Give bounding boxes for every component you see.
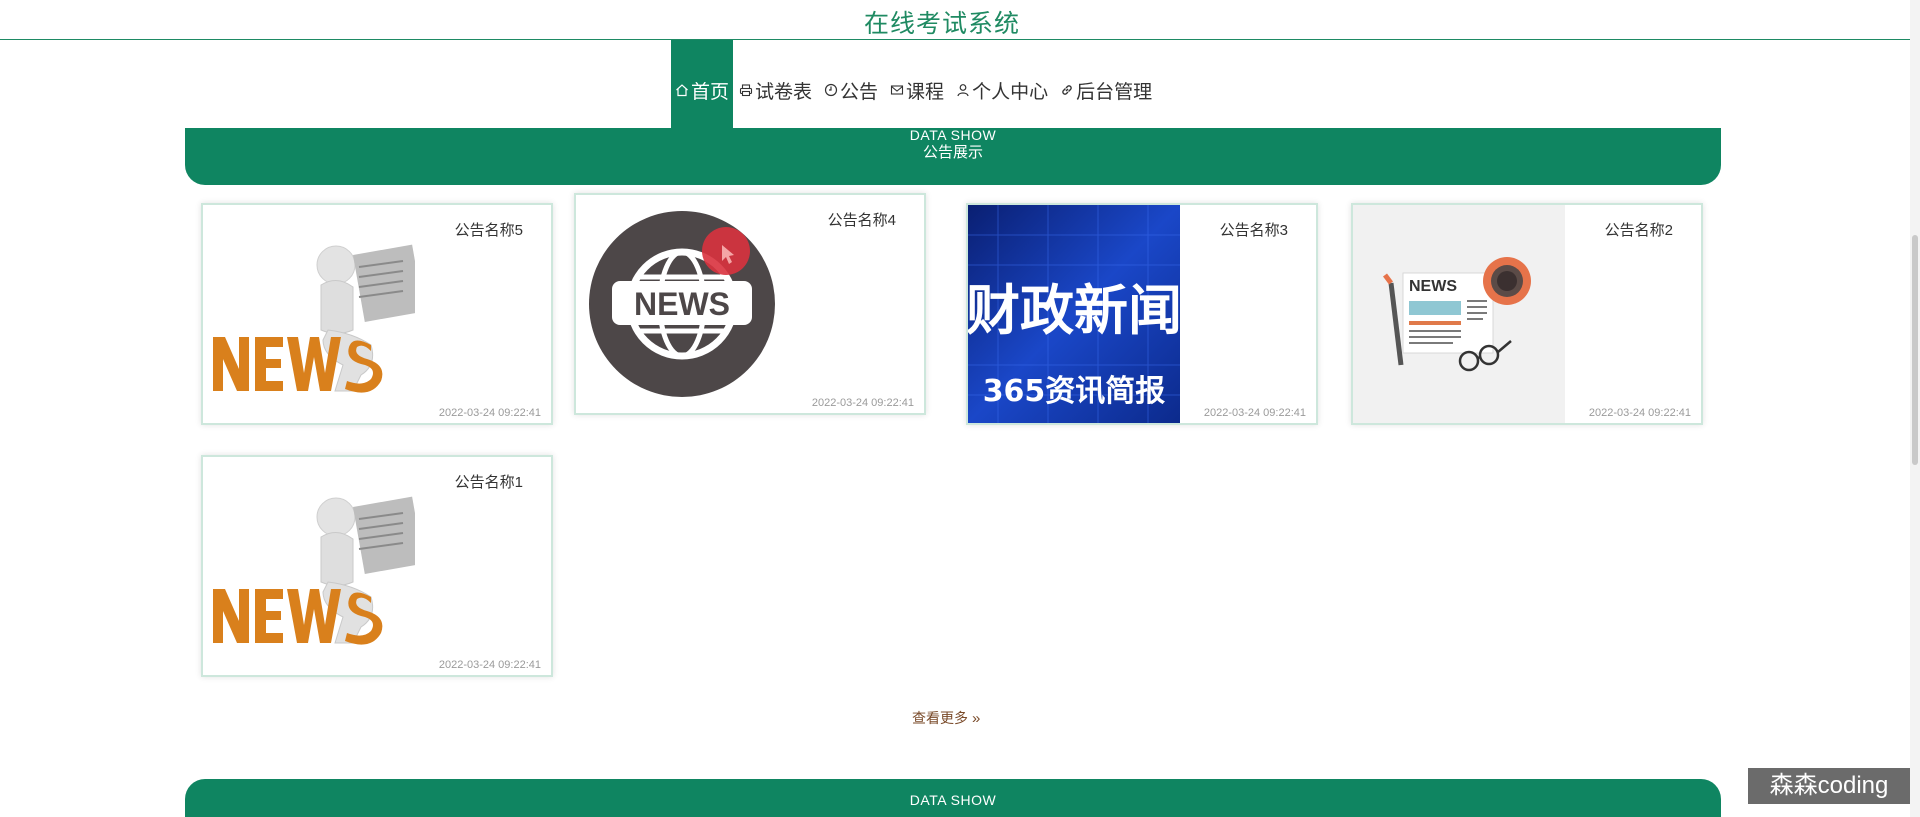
nav-item-admin[interactable]: 后台管理 [1054,40,1158,140]
news-globe-badge-image: NEWS [576,195,788,413]
notice-card[interactable]: 财政新闻 365资讯简报 公告名称3 2022-03-24 09:22:41 [966,203,1318,425]
notice-title: 公告名称4 [827,212,896,229]
notice-title: 公告名称1 [454,474,523,491]
user-icon [956,83,970,97]
notice-time: 2022-03-24 09:22:41 [1588,407,1691,419]
view-more-link[interactable]: 查看更多» [912,708,980,728]
bottom-section-header: DATA SHOW [185,779,1721,817]
page-scrollbar[interactable] [1910,0,1920,817]
news-3d-figure-image [203,205,415,423]
notice-time: 2022-03-24 09:22:41 [438,407,541,419]
section-subtitle: DATA SHOW [909,127,997,143]
notice-card[interactable]: 公告名称1 2022-03-24 09:22:41 [201,455,553,677]
notice-title: 公告名称2 [1604,222,1673,239]
notice-card[interactable]: NEWS 公告名称4 2022-03-24 09:22:41 [574,193,926,415]
notice-card[interactable]: 公告名称5 2022-03-24 09:22:41 [201,203,553,425]
notice-section-header: DATA SHOW 公告展示 [185,128,1721,185]
nav-item-label: 试卷表 [755,81,813,103]
mail-icon [890,83,904,97]
link-icon [1060,83,1074,97]
nav-item-courses[interactable]: 课程 [884,40,950,140]
notice-title: 公告名称5 [454,222,523,239]
scrollbar-thumb[interactable] [1912,235,1918,465]
notice-title: 公告名称3 [1219,222,1288,239]
main-nav: 首页 试卷表 公告 课程 个人中心 后台管理 [671,40,1158,140]
banner-sub-text: 365资讯简报 [983,374,1166,409]
video-watermark: 森森coding [1748,768,1910,804]
newspaper-flat-illustration-image: NEWS [1353,205,1565,423]
printer-icon [739,83,753,97]
nav-item-label: 后台管理 [1076,81,1153,103]
nav-item-label: 课程 [906,81,945,103]
nav-item-notices[interactable]: 公告 [818,40,884,140]
home-icon [675,83,689,97]
site-title: 在线考试系统 [863,10,1020,38]
nav-item-label: 首页 [691,81,730,103]
notice-card[interactable]: NEWS 公告名称2 2022-03-24 09:22:41 [1351,203,1703,425]
notice-time: 2022-03-24 09:22:41 [1203,407,1306,419]
nav-item-personal-center[interactable]: 个人中心 [950,40,1054,140]
header-bar: 在线考试系统 [0,0,1920,40]
notice-time: 2022-03-24 09:22:41 [811,397,914,409]
section-title: 公告展示 [922,144,983,161]
clock-icon [824,83,838,97]
newspaper-label: NEWS [1409,278,1457,295]
nav-item-exam-papers[interactable]: 试卷表 [733,40,818,140]
svg-text:NEWS: NEWS [634,286,730,322]
finance-news-banner-image: 财政新闻 365资讯简报 [968,205,1180,423]
nav-item-home[interactable]: 首页 [671,40,734,140]
news-3d-figure-image [203,457,415,675]
nav-item-label: 个人中心 [972,81,1049,103]
view-more-label: 查看更多 [912,710,968,726]
nav-item-label: 公告 [840,81,879,103]
notice-time: 2022-03-24 09:22:41 [438,659,541,671]
banner-main-text: 财政新闻 [968,279,1180,342]
section-subtitle: DATA SHOW [909,792,997,808]
double-chevron-right-icon: » [972,710,981,727]
